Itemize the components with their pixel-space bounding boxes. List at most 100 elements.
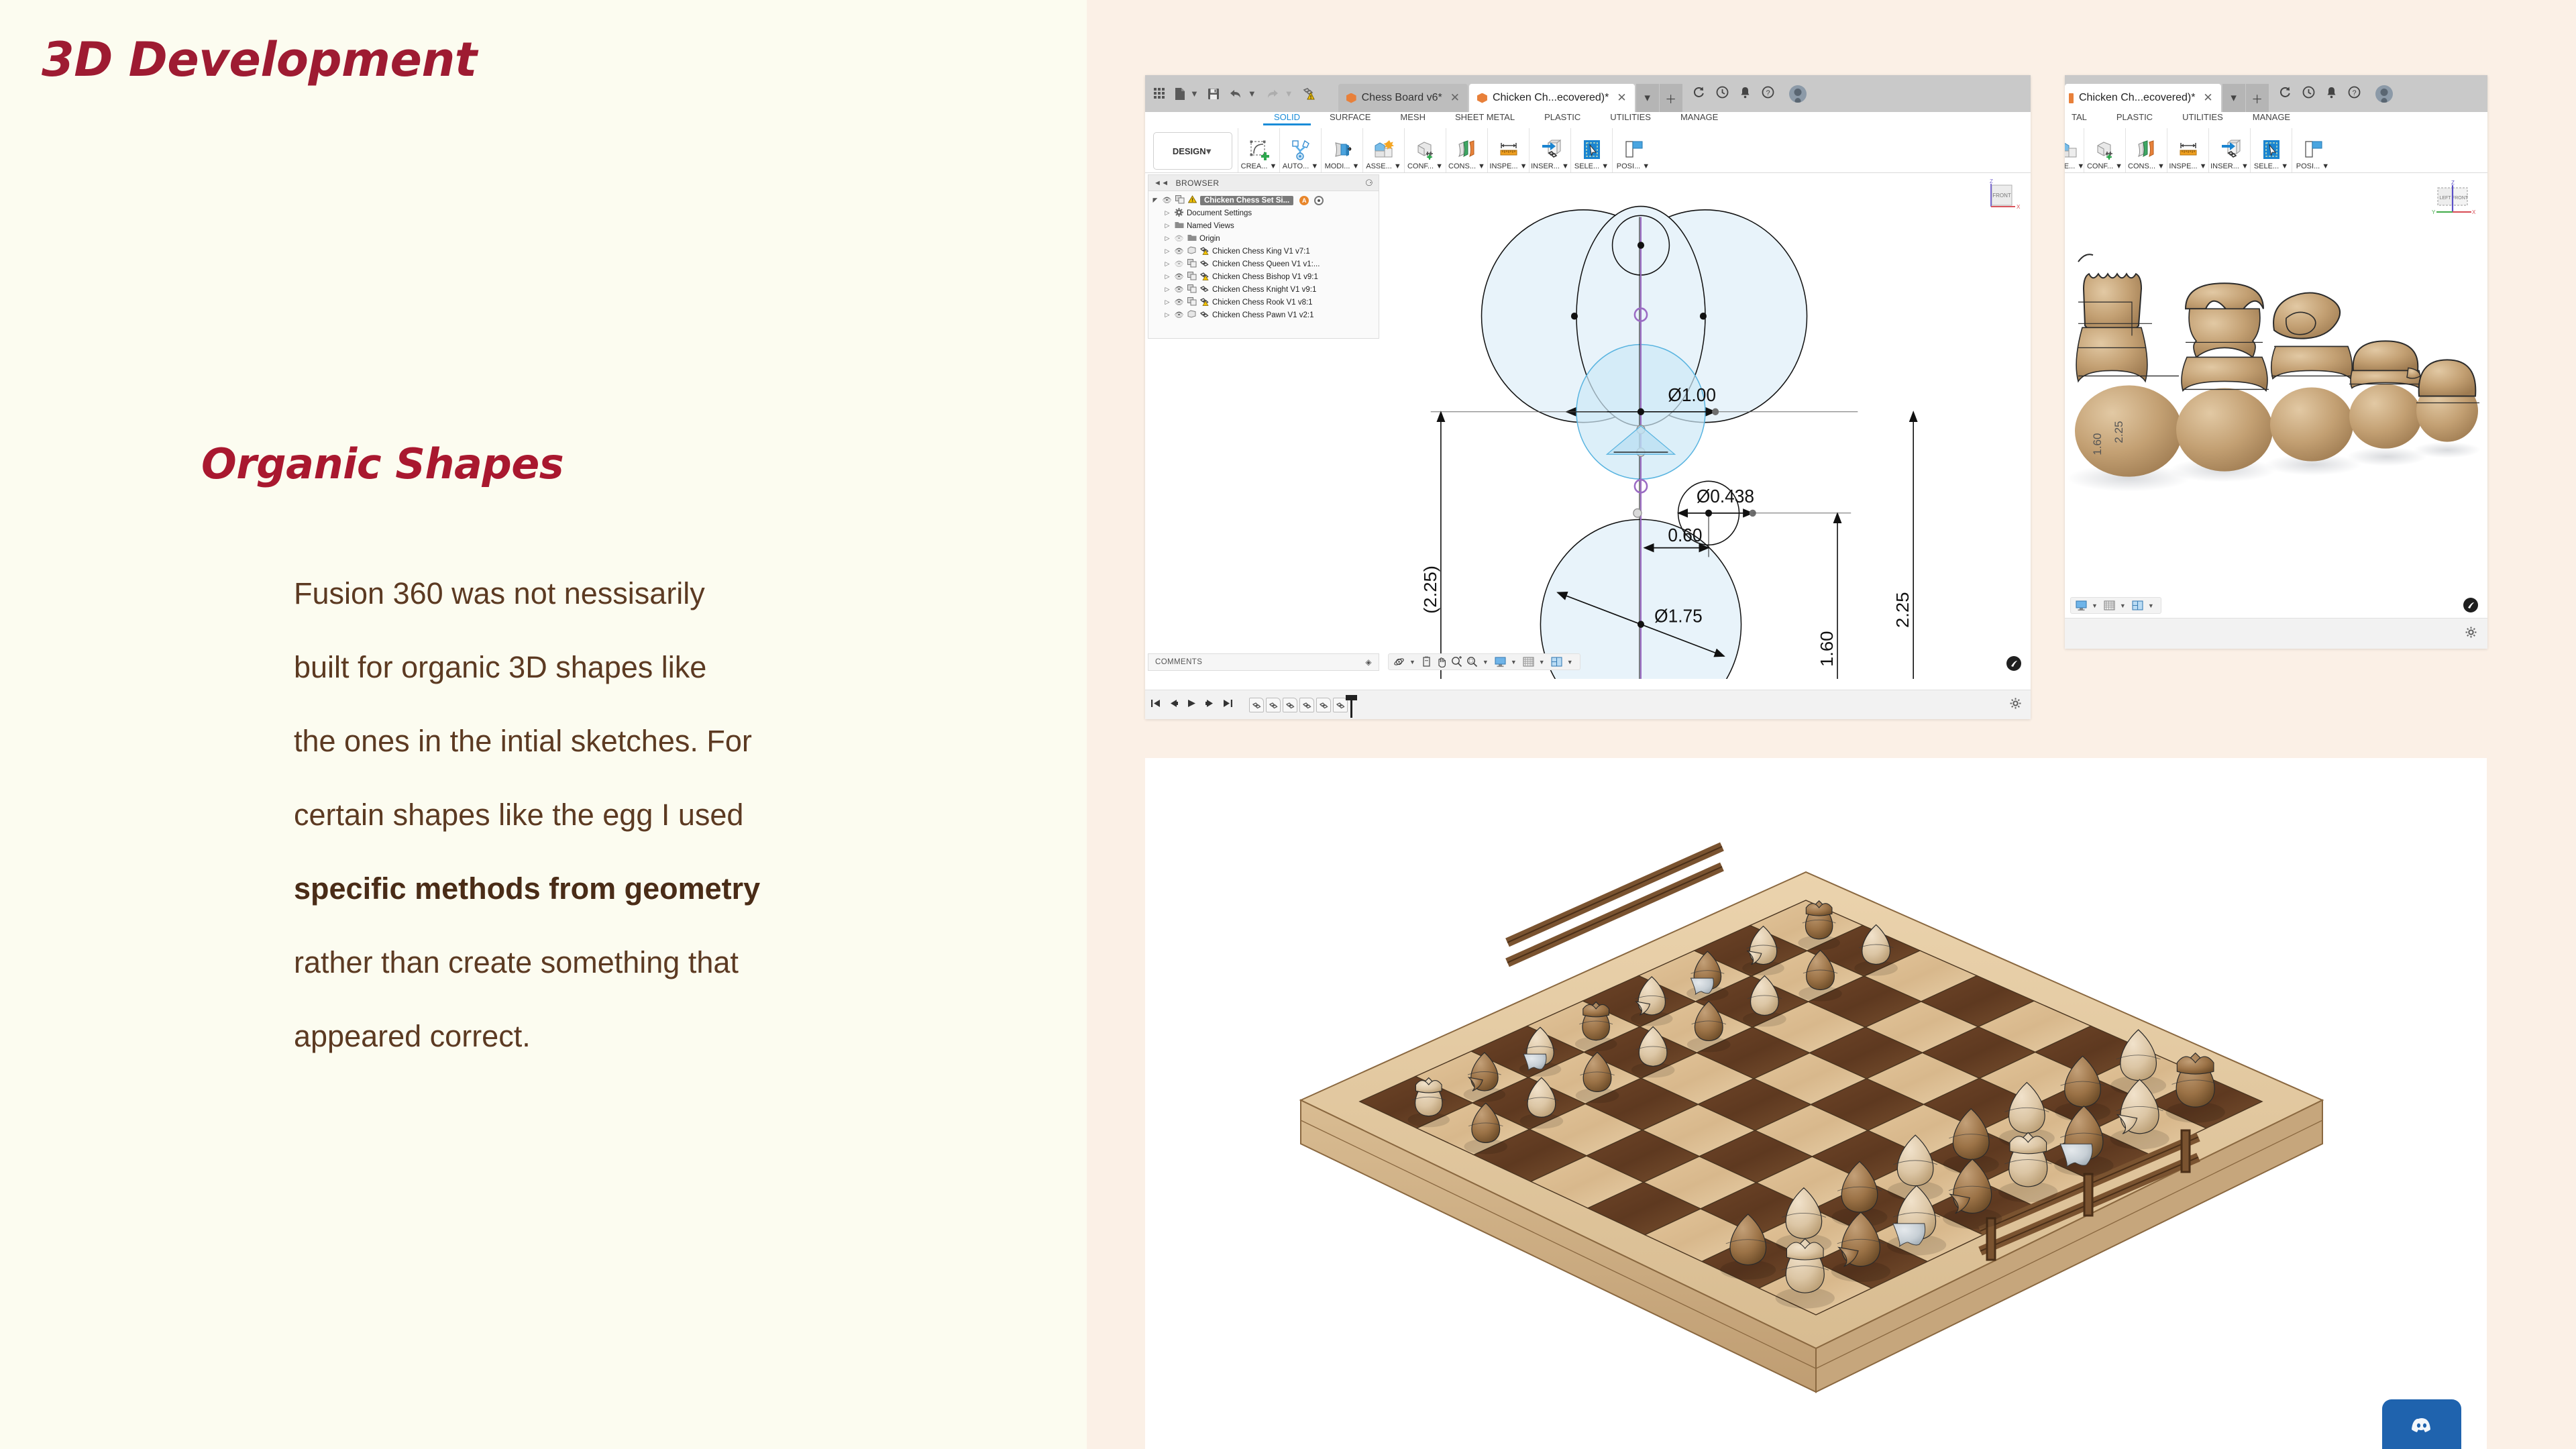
expand-arrow-icon[interactable]: ▷ [1163, 222, 1171, 229]
display-settings-icon[interactable] [2076, 600, 2087, 611]
ribbon-group-construct[interactable]: CONS... ▼ [1446, 128, 1487, 172]
ribbon-tab-sheet-metal[interactable]: SHEET METAL [1440, 112, 1529, 122]
ribbon-command-row[interactable]: E... ▼ CONF... ▼ CONS... ▼ INSPE... ▼ IN… [2065, 127, 2487, 172]
refresh-icon[interactable] [1693, 86, 1705, 102]
plus-icon[interactable]: ＋ [1659, 84, 1682, 112]
chevron-down-icon[interactable]: ▼ [1539, 659, 1545, 665]
ribbon-group-inspect[interactable]: INSPE... ▼ [2167, 128, 2208, 172]
expand-arrow-icon[interactable]: ▷ [1163, 286, 1171, 293]
ribbon-tab-sheet-metal[interactable]: TAL [2069, 112, 2102, 122]
chevron-down-icon[interactable]: ▼ [2120, 602, 2126, 609]
timeline-features[interactable] [1249, 694, 1357, 718]
tree-node-document-settings[interactable]: ▷ Document Settings [1148, 207, 1379, 219]
close-icon[interactable]: ✕ [2203, 91, 2212, 105]
refresh-icon[interactable] [2279, 86, 2292, 102]
ribbon-command-row[interactable]: DESIGN ▼ CREA... ▼ AUTO... ▼ MODI... ▼ A… [1145, 127, 2031, 172]
timeline-playback-controls[interactable] [1150, 699, 1233, 711]
expand-arrow-icon[interactable]: ▷ [1163, 235, 1171, 242]
history-icon[interactable] [1716, 86, 1729, 102]
chevron-down-icon[interactable]: ▼ [1204, 146, 1213, 156]
window-status-icons[interactable]: ? [2279, 85, 2393, 103]
ribbon-group-position[interactable]: POSI... ▼ [2292, 128, 2333, 172]
ribbon-group-select[interactable]: SELE... ▼ [2250, 128, 2292, 172]
ribbon-tab-plastic[interactable]: PLASTIC [2102, 112, 2167, 122]
tree-node-root[interactable]: ◤ 👁 Chicken Chess Set Si... A [1148, 194, 1379, 207]
tree-node-pawn[interactable]: ▷ 👁 Chicken Chess Pawn V1 v2:1 [1148, 309, 1379, 321]
tree-node-bishop[interactable]: ▷ 👁 Chicken Chess Bishop V1 v9:1 [1148, 270, 1379, 283]
step-forward-icon[interactable] [1205, 699, 1215, 711]
timeline-feature-node[interactable] [1249, 697, 1264, 712]
viewports-icon[interactable] [2132, 600, 2143, 611]
comments-panel[interactable]: COMMENTS ◈ [1148, 653, 1379, 671]
file-icon[interactable] [1175, 87, 1185, 101]
fusion-help-badge[interactable] [2463, 598, 2478, 612]
chevron-down-icon[interactable]: ▼ [2148, 602, 2154, 609]
undo-icon[interactable] [1228, 88, 1243, 100]
plus-icon[interactable]: ＋ [2245, 84, 2269, 112]
ribbon-tab-manage[interactable]: MANAGE [1666, 112, 1733, 122]
fusion-help-badge[interactable] [2006, 656, 2021, 671]
pieces-canvas[interactable]: 2.25 1.60 LEFT FRONT Z X Y ▼ ▼ ▼ [2065, 174, 2487, 618]
zoom-window-icon[interactable] [1466, 656, 1478, 667]
document-tab[interactable]: Chicken Ch...ecovered)* ✕ [1468, 84, 1635, 112]
tree-node-knight[interactable]: ▷ 👁 Chicken Chess Knight V1 v9:1 [1148, 283, 1379, 296]
fusion360-window-sketch[interactable]: ▼ ▼ ▼ Chess Board v6* ✕ Chicken Ch...eco… [1145, 75, 2031, 719]
sketch-canvas[interactable]: Ø1.00 Ø0.438 0.60 Ø1.75 (2.25) 2.25 1.60… [1383, 174, 2031, 679]
browser-tree[interactable]: ◤ 👁 Chicken Chess Set Si... A ▷ Document… [1148, 191, 1379, 327]
ribbon-group-configure[interactable]: CONF... ▼ [2084, 128, 2125, 172]
display-settings-icon[interactable] [1495, 656, 1506, 667]
grid-apps-icon[interactable] [1153, 87, 1166, 100]
viewcube-home[interactable]: LEFT FRONT Z X Y [2431, 180, 2476, 219]
step-back-icon[interactable] [1169, 699, 1179, 711]
avatar[interactable] [1788, 85, 1807, 103]
document-tab[interactable]: Chess Board v6* ✕ [1338, 84, 1468, 112]
timeline-marker[interactable] [1346, 694, 1357, 718]
timeline-feature-node[interactable] [1283, 697, 1297, 712]
orbit-icon[interactable] [1393, 656, 1405, 667]
pan-view-icon[interactable] [1421, 656, 1432, 667]
gear-icon[interactable] [2010, 698, 2021, 712]
visibility-off-icon[interactable]: 👁 [1174, 260, 1184, 268]
ribbon-tab-utilities[interactable]: UTILITIES [1595, 112, 1666, 122]
tree-node-queen[interactable]: ▷ 👁 Chicken Chess Queen V1 v1:... [1148, 258, 1379, 270]
chevron-down-icon[interactable]: ▾ [1635, 84, 1659, 112]
tab-controls[interactable]: ▾ ＋ [2222, 84, 2269, 112]
avatar[interactable] [2375, 85, 2393, 103]
grid-snap-icon[interactable] [1523, 656, 1534, 667]
bell-icon[interactable] [2326, 86, 2337, 102]
bell-icon[interactable] [1739, 86, 1751, 102]
ribbon-group-construct[interactable]: CONS... ▼ [2125, 128, 2167, 172]
chevron-down-icon[interactable]: ▼ [1567, 659, 1573, 665]
visibility-off-icon[interactable]: 👁 [1174, 234, 1184, 243]
visibility-icon[interactable]: 👁 [1174, 247, 1184, 256]
ribbon-group-assemble[interactable]: E... ▼ [2065, 128, 2084, 172]
chevron-down-icon[interactable]: ▼ [1409, 659, 1415, 665]
ribbon[interactable]: TAL PLASTIC UTILITIES MANAGE E... ▼ CONF… [2065, 112, 2487, 173]
visibility-icon[interactable]: 👁 [1162, 196, 1172, 205]
chevron-down-icon[interactable]: ▼ [1190, 89, 1199, 99]
appearance-badge[interactable]: A [1299, 195, 1309, 205]
ribbon-tab-plastic[interactable]: PLASTIC [1529, 112, 1595, 122]
timeline-feature-node[interactable] [1266, 697, 1281, 712]
tree-node-origin[interactable]: ▷ 👁 Origin [1148, 232, 1379, 245]
redo-icon[interactable] [1265, 88, 1280, 100]
ribbon-group-insert[interactable]: INSER... ▼ [1529, 128, 1570, 172]
chevron-down-icon[interactable]: ▼ [1511, 659, 1517, 665]
tree-node-king[interactable]: ▷ 👁 Chicken Chess King V1 v7:1 [1148, 245, 1379, 258]
viewcube-front[interactable]: FRONT Z X [1984, 178, 2021, 216]
history-icon[interactable] [2302, 86, 2315, 102]
expand-arrow-icon[interactable]: ◤ [1151, 197, 1159, 204]
document-tab[interactable]: Chicken Ch...ecovered)* ✕ [2065, 84, 2221, 112]
chevron-down-icon[interactable]: ▼ [1248, 89, 1256, 99]
window-status-icons[interactable]: ? [1693, 85, 1807, 103]
pan-icon[interactable] [1436, 656, 1447, 667]
collapse-icon[interactable]: ◄◄ [1154, 179, 1169, 187]
expand-arrow-icon[interactable]: ▷ [1163, 299, 1171, 306]
ribbon-group-automate[interactable]: AUTO... ▼ [1279, 128, 1321, 172]
timeline-feature-node[interactable] [1299, 697, 1314, 712]
status-bar[interactable] [2065, 618, 2487, 649]
expand-arrow-icon[interactable]: ▷ [1163, 248, 1171, 255]
chevron-down-icon[interactable]: ▾ [2222, 84, 2245, 112]
ribbon-group-modify[interactable]: MODI... ▼ [1321, 128, 1362, 172]
play-icon[interactable] [1187, 699, 1197, 711]
